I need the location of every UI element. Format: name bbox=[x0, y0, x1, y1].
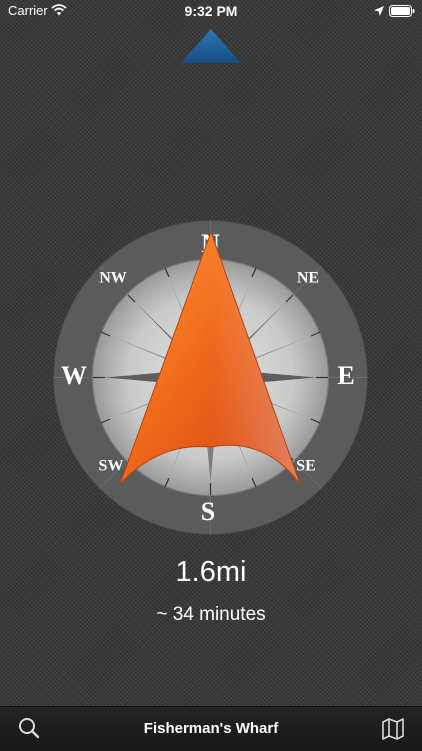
status-bar: Carrier 9:32 PM bbox=[0, 0, 422, 22]
compass-label-e: E bbox=[337, 361, 354, 390]
distance-label: 1.6mi bbox=[175, 556, 247, 588]
status-time: 9:32 PM bbox=[184, 3, 238, 19]
map-icon bbox=[382, 718, 404, 740]
compass-label-s: S bbox=[201, 497, 215, 526]
compass-label-ne: NE bbox=[297, 270, 319, 287]
compass-label-nw: NW bbox=[99, 270, 127, 287]
compass-label-sw: SW bbox=[99, 458, 124, 475]
destination-title[interactable]: Fisherman's Wharf bbox=[0, 720, 422, 737]
compass-label-w: W bbox=[61, 361, 87, 390]
battery-icon bbox=[389, 5, 415, 17]
compass-label-se: SE bbox=[296, 458, 316, 475]
compass: N E S W NE SE SW NW bbox=[53, 220, 368, 535]
location-arrow-icon bbox=[374, 6, 384, 16]
tab-bar: Fisherman's Wharf bbox=[0, 706, 422, 751]
eta-label: ~ 34 minutes bbox=[156, 604, 266, 625]
map-button[interactable] bbox=[376, 713, 410, 745]
heading-indicator-icon bbox=[181, 29, 241, 63]
